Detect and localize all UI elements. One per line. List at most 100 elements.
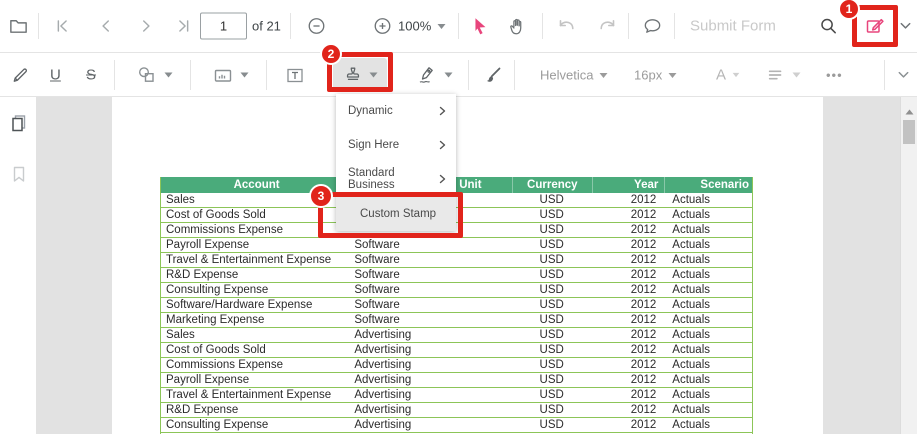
chevron-left-icon (96, 15, 116, 37)
next-page-button[interactable] (136, 15, 156, 37)
chevron-down-icon (896, 68, 911, 83)
table-row: Travel & Entertainment Expense Advertisi… (161, 388, 752, 403)
signature-pen-icon (416, 64, 438, 86)
caret-down-icon (599, 72, 608, 78)
stamp-dropdown[interactable] (333, 58, 387, 92)
first-page-icon (52, 15, 72, 37)
table-row: Marketing Expense Software USD 2012 Actu… (161, 313, 752, 328)
zoom-out-button[interactable] (306, 15, 327, 37)
table-row: Commissions Expense USD 2012 Actuals (161, 223, 752, 238)
spreadsheet-table: Account Unit Currency Year Scenario Sale… (160, 177, 753, 434)
textbox-button[interactable] (284, 64, 306, 86)
toolbar-collapse-button[interactable] (898, 19, 913, 34)
chevron-right-icon (439, 140, 446, 150)
caret-down-icon (369, 72, 378, 78)
menu-item-custom-stamp[interactable]: Custom Stamp (336, 196, 456, 231)
format-collapse-button[interactable] (896, 68, 911, 83)
page-number-field[interactable] (201, 19, 246, 34)
zoom-out-icon (306, 15, 327, 37)
undo-button[interactable] (556, 15, 578, 37)
align-dropdown[interactable] (766, 64, 801, 86)
redo-button[interactable] (596, 15, 618, 37)
pointer-icon (470, 15, 490, 37)
table-row: Sales USD 2012 Actuals (161, 193, 752, 208)
hand-tool-button[interactable] (508, 15, 528, 37)
last-page-icon (174, 15, 194, 37)
format-toolbar: U S Helvetica (0, 54, 917, 97)
textbox-icon (284, 64, 306, 86)
bookmark-icon (8, 163, 30, 185)
table-row: R&D Expense Advertising USD 2012 Actuals (161, 403, 752, 418)
table-row: R&D Expense Software USD 2012 Actuals (161, 268, 752, 283)
vertical-scrollbar[interactable] (900, 97, 917, 434)
strikethrough-button[interactable]: S (86, 67, 96, 84)
page-thumbnails-button[interactable] (8, 112, 30, 134)
scroll-up-arrow[interactable] (905, 109, 914, 115)
brush-icon (482, 64, 504, 86)
form-edit-icon (864, 15, 886, 37)
font-size-value: 16px (634, 68, 662, 83)
document-page[interactable]: Account Unit Currency Year Scenario Sale… (112, 97, 823, 434)
scrollbar-thumb[interactable] (903, 120, 915, 144)
menu-item-dynamic[interactable]: Dynamic (336, 94, 456, 128)
image-icon (212, 64, 234, 86)
table-row: Consulting Expense Advertising USD 2012 … (161, 418, 752, 433)
table-row: Commissions Expense Advertising USD 2012… (161, 358, 752, 373)
chevron-down-icon (898, 19, 913, 34)
table-row: Payroll Expense Advertising USD 2012 Act… (161, 373, 752, 388)
comment-button[interactable] (642, 15, 663, 37)
table-row: Cost of Goods Sold Advertising USD 2012 … (161, 343, 752, 358)
document-canvas: Account Unit Currency Year Scenario Sale… (36, 97, 900, 434)
edit-form-button[interactable] (864, 15, 886, 37)
highlight-pen-button[interactable] (10, 64, 31, 86)
last-page-button[interactable] (174, 15, 194, 37)
select-tool-button[interactable] (470, 15, 490, 37)
caret-down-icon (792, 72, 801, 78)
main-toolbar: of 21 100% Submit Form (0, 0, 917, 53)
underline-button[interactable]: U (50, 67, 61, 84)
table-row: Consulting Expense Software USD 2012 Act… (161, 283, 752, 298)
stamp-icon (343, 65, 363, 85)
open-folder-button[interactable] (8, 15, 29, 37)
first-page-button[interactable] (52, 15, 72, 37)
chevron-right-icon (439, 106, 446, 116)
zoom-level-dropdown[interactable]: 100% (398, 19, 446, 34)
previous-page-button[interactable] (96, 15, 116, 37)
caret-down-icon (668, 72, 677, 78)
image-dropdown[interactable] (212, 64, 249, 86)
table-body: Sales USD 2012 Actuals Cost of Goods Sol… (161, 193, 752, 434)
pages-icon (8, 112, 30, 134)
undo-icon (556, 15, 578, 37)
search-icon (818, 15, 839, 37)
page-count-label: of 21 (252, 19, 281, 34)
more-options-button[interactable]: ••• (826, 68, 843, 83)
table-row: Payroll Expense Software USD 2012 Actual… (161, 238, 752, 253)
hand-icon (508, 15, 528, 37)
align-icon (766, 64, 786, 86)
column-header: Scenario (664, 177, 752, 193)
table-row: Software/Hardware Expense Software USD 2… (161, 298, 752, 313)
submit-form-button[interactable]: Submit Form (690, 18, 776, 35)
search-button[interactable] (818, 15, 839, 37)
zoom-in-icon (372, 15, 393, 37)
menu-item-sign-here[interactable]: Sign Here (336, 128, 456, 162)
chevron-right-icon (439, 174, 446, 184)
signature-dropdown[interactable] (416, 64, 453, 86)
font-size-dropdown[interactable]: 16px (634, 68, 677, 83)
caret-down-icon (240, 72, 249, 78)
redo-icon (596, 15, 618, 37)
pencil-icon (10, 64, 31, 86)
page-number-input[interactable] (200, 13, 247, 40)
column-header: Account (161, 177, 352, 193)
bookmarks-button[interactable] (8, 163, 30, 185)
chevron-right-icon (136, 15, 156, 37)
menu-item-standard-business[interactable]: Standard Business (336, 162, 456, 196)
table-header-row: Account Unit Currency Year Scenario (161, 177, 752, 193)
font-family-dropdown[interactable]: Helvetica (540, 68, 608, 83)
font-color-dropdown[interactable]: A (716, 67, 740, 84)
brush-button[interactable] (482, 64, 504, 86)
pdf-editor-app: of 21 100% Submit Form (0, 0, 917, 434)
zoom-in-button[interactable] (372, 15, 393, 37)
comment-icon (642, 15, 663, 37)
shapes-dropdown[interactable] (136, 64, 173, 86)
